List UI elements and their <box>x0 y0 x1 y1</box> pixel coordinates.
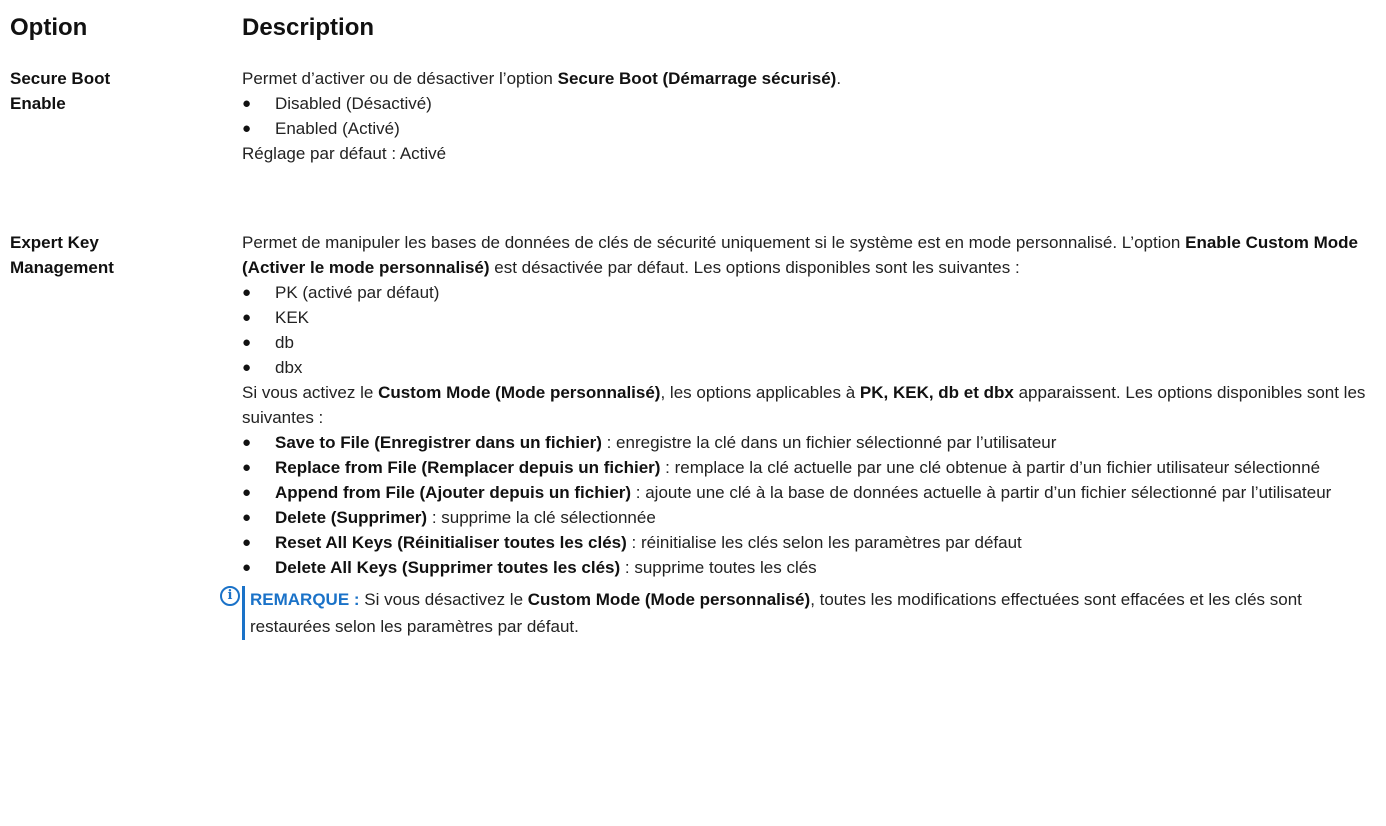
list-item-text: KEK <box>275 308 310 327</box>
bullet-icon: ● <box>242 359 252 376</box>
action-name: Replace from File (Remplacer depuis un f… <box>275 458 661 477</box>
action-description: : supprime la clé sélectionnée <box>427 508 656 527</box>
bullet-icon: ● <box>242 484 252 501</box>
list-item-text: Disabled (Désactivé) <box>275 94 432 113</box>
note-label: REMARQUE : <box>250 590 360 609</box>
list-item: ● KEK <box>242 305 1372 330</box>
column-header-option: Option <box>10 14 88 41</box>
ekm-databases-list: ● PK (activé par défaut) ● KEK ● db ● dbx <box>242 280 1372 380</box>
action-name: Reset All Keys (Réinitialiser toutes les… <box>275 533 627 552</box>
list-item: ● db <box>242 330 1372 355</box>
bullet-icon: ● <box>242 434 252 451</box>
ekm-p2-text: , les options applicables à <box>660 383 860 402</box>
secure-boot-options-list: ● Disabled (Désactivé) ● Enabled (Activé) <box>242 91 1372 141</box>
secure-boot-intro: Permet d’activer ou de désactiver l’opti… <box>242 66 1372 91</box>
ekm-custom-mode-paragraph: Si vous activez le Custom Mode (Mode per… <box>242 380 1372 430</box>
description-secure-boot-enable: Permet d’activer ou de désactiver l’opti… <box>242 66 1372 166</box>
bullet-icon: ● <box>242 559 252 576</box>
bullet-icon: ● <box>242 509 252 526</box>
list-item-text: Enabled (Activé) <box>275 119 400 138</box>
action-name: Append from File (Ajouter depuis un fich… <box>275 483 632 502</box>
ekm-intro: Permet de manipuler les bases de données… <box>242 230 1372 280</box>
list-item-text: dbx <box>275 358 303 377</box>
column-header-description: Description <box>242 14 375 41</box>
note-accent-bar <box>242 586 245 640</box>
bullet-icon: ● <box>242 95 252 112</box>
ekm-keys-term: PK, KEK, db et dbx <box>859 383 1014 402</box>
list-item: ● dbx <box>242 355 1372 380</box>
action-name: Delete (Supprimer) <box>275 508 428 527</box>
note-body: REMARQUE : Si vous désactivez le Custom … <box>242 586 1372 640</box>
list-item: ● Enabled (Activé) <box>242 116 1372 141</box>
action-name: Delete All Keys (Supprimer toutes les cl… <box>275 558 621 577</box>
secure-boot-intro-text: Permet d’activer ou de désactiver l’opti… <box>242 69 558 88</box>
description-expert-key-management: Permet de manipuler les bases de données… <box>220 230 1372 640</box>
bullet-icon: ● <box>242 309 252 326</box>
ekm-actions-list: ● Save to File (Enregistrer dans un fichi… <box>242 430 1372 580</box>
list-item-text: PK (activé par défaut) <box>275 283 440 302</box>
bullet-icon: ● <box>242 334 252 351</box>
list-item: ● Reset All Keys (Réinitialiser toutes le… <box>242 530 1372 555</box>
info-icon: i <box>220 586 240 606</box>
action-description: : supprime toutes les clés <box>620 558 817 577</box>
list-item: ● Save to File (Enregistrer dans un fichi… <box>242 430 1372 455</box>
note-callout: i REMARQUE : Si vous désactivez le Custo… <box>220 586 1372 640</box>
ekm-p2-text: Si vous activez le <box>242 383 379 402</box>
action-description: : remplace la clé actuelle par une clé o… <box>660 458 1321 477</box>
bullet-icon: ● <box>242 120 252 137</box>
secure-boot-term: Secure Boot (Démarrage sécurisé) <box>557 69 837 88</box>
action-description: : ajoute une clé à la base de données ac… <box>631 483 1332 502</box>
action-description: : enregistre la clé dans un fichier séle… <box>601 433 1057 452</box>
note-custom-mode-term: Custom Mode (Mode personnalisé) <box>527 590 811 609</box>
action-name: Save to File (Enregistrer dans un fichie… <box>275 433 602 452</box>
list-item: ● Delete All Keys (Supprimer toutes les c… <box>242 555 1372 580</box>
note-text: Si vous désactivez le <box>359 590 528 609</box>
list-item-text: db <box>275 333 294 352</box>
list-item: ● Replace from File (Remplacer depuis un … <box>242 455 1372 480</box>
secure-boot-intro-end: . <box>836 69 842 88</box>
ekm-custom-mode-term: Custom Mode (Mode personnalisé) <box>378 383 661 402</box>
option-expert-key-management: Expert Key Management <box>10 233 114 277</box>
option-secure-boot-enable: Secure Boot Enable <box>10 69 111 113</box>
bullet-icon: ● <box>242 534 252 551</box>
bullet-icon: ● <box>242 459 252 476</box>
list-item: ● PK (activé par défaut) <box>242 280 1372 305</box>
list-item: ● Disabled (Désactivé) <box>242 91 1372 116</box>
bullet-icon: ● <box>242 284 252 301</box>
ekm-intro-text-end: est désactivée par défaut. Les options d… <box>489 258 1020 277</box>
list-item: ● Append from File (Ajouter depuis un fic… <box>242 480 1372 505</box>
ekm-intro-text: Permet de manipuler les bases de données… <box>242 233 1186 252</box>
secure-boot-default: Réglage par défaut : Activé <box>242 144 447 163</box>
list-item: ● Delete (Supprimer) : supprime la clé sé… <box>242 505 1372 530</box>
action-description: : réinitialise les clés selon les paramè… <box>626 533 1022 552</box>
